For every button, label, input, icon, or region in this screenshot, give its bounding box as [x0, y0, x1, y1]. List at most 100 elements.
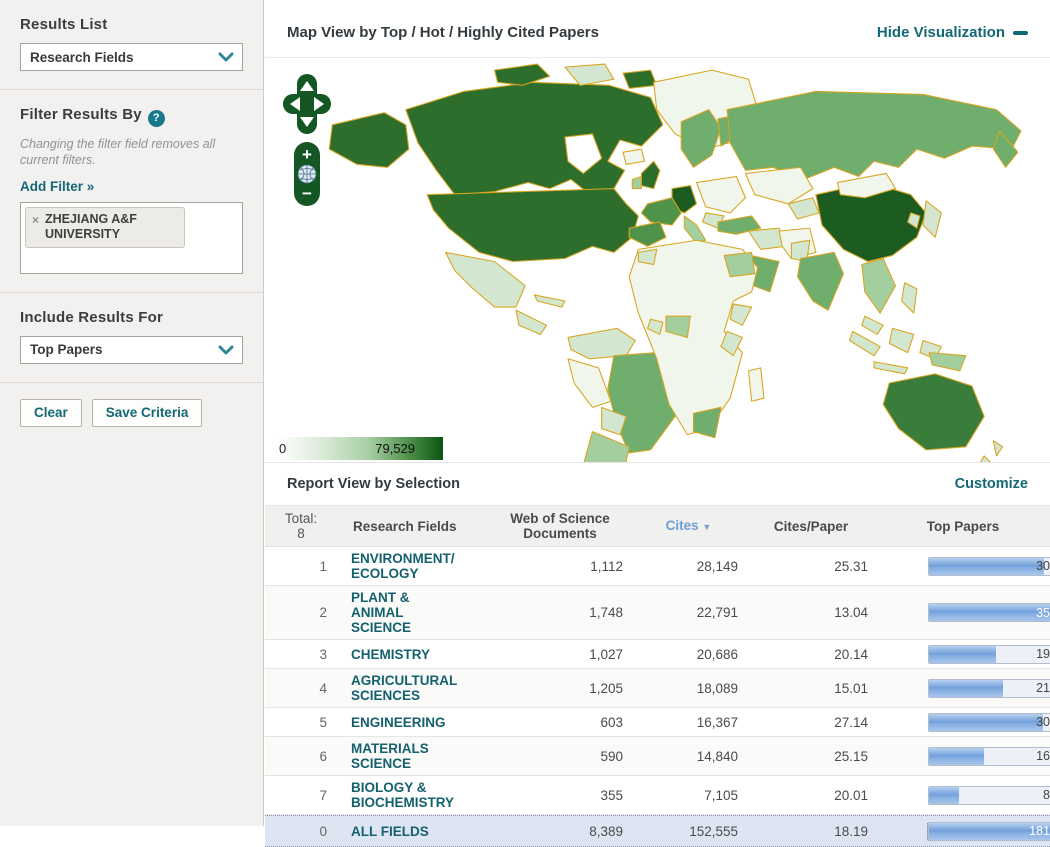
eastern-europe[interactable] [695, 175, 747, 214]
country-indochina[interactable] [861, 257, 896, 314]
include-results-heading: Include Results For [20, 308, 163, 326]
map-view-header: Map View by Top / Hot / Highly Cited Pap… [265, 0, 1050, 58]
central-america[interactable] [515, 309, 548, 335]
field-link[interactable]: MATERIALS SCIENCE [351, 741, 457, 771]
country-ethiopia[interactable] [729, 303, 753, 326]
field-link[interactable]: BIOLOGY & BIOCHEMISTRY [351, 780, 457, 810]
cites-per-paper-value: 20.01 [834, 787, 868, 803]
results-list-select[interactable]: Research Fields [20, 43, 243, 71]
active-filters-box: × ZHEJIANG A&F UNIVERSITY [20, 201, 243, 274]
table-row[interactable]: 2 PLANT & ANIMAL SCIENCE 1,748 22,791 13… [265, 586, 1050, 640]
world-map[interactable] [265, 58, 1050, 462]
choropleth-map-area[interactable]: + − 0 79,529 [265, 58, 1050, 462]
country-philippines[interactable] [901, 282, 918, 314]
esi-app: Results List Research Fields Filter Resu… [0, 0, 1050, 847]
cites-value: 16,367 [696, 714, 738, 730]
country-russia[interactable] [726, 90, 1022, 181]
table-row[interactable]: 7 BIOLOGY & BIOCHEMISTRY 355 7,105 20.01… [265, 776, 1050, 815]
table-row[interactable]: 4 AGRICULTURAL SCIENCES 1,205 18,089 15.… [265, 669, 1050, 708]
remove-filter-icon[interactable]: × [32, 213, 39, 227]
results-list-heading: Results List [20, 16, 108, 33]
field-link[interactable]: AGRICULTURAL SCIENCES [351, 673, 457, 703]
table-row[interactable]: 1 ENVIRONMENT/ECOLOGY 1,112 28,149 25.31… [265, 547, 1050, 586]
island-borneo[interactable] [888, 327, 915, 354]
column-header-wos-documents[interactable]: Web of Science Documents [489, 506, 631, 546]
filter-tag-label: ZHEJIANG A&F UNIVERSITY [45, 211, 137, 241]
top-papers-bar: 30 [928, 556, 1050, 576]
help-icon[interactable]: ? [147, 109, 165, 127]
top-papers-bar: 181 [927, 821, 1050, 841]
country-egypt[interactable] [723, 251, 756, 278]
wos-documents-value: 590 [600, 748, 623, 764]
arctic-island[interactable] [622, 69, 658, 89]
top-papers-value: 181 [1029, 824, 1050, 838]
map-color-legend: 0 79,529 [277, 437, 443, 460]
cites-value: 20,686 [696, 646, 738, 662]
country-cuba[interactable] [533, 294, 566, 308]
country-india[interactable] [796, 251, 844, 311]
country-australia[interactable] [882, 373, 985, 451]
results-list-section: Results List Research Fields [0, 0, 263, 89]
country-malaysia[interactable] [861, 315, 884, 335]
map-pan-control[interactable] [283, 74, 331, 134]
chevron-down-icon [218, 345, 234, 354]
customize-link[interactable]: Customize [955, 476, 1028, 492]
country-ireland[interactable] [631, 175, 642, 190]
filter-tag-university[interactable]: × ZHEJIANG A&F UNIVERSITY [25, 206, 185, 248]
wos-documents-value: 1,112 [590, 558, 623, 574]
table-row[interactable]: 3 CHEMISTRY 1,027 20,686 20.14 19 [265, 640, 1050, 669]
column-header-top-papers[interactable]: Top Papers [876, 514, 1050, 539]
add-filter-link[interactable]: Add Filter » [20, 179, 94, 194]
column-header-research-fields[interactable]: Research Fields [337, 514, 489, 539]
cites-value: 18,089 [696, 680, 738, 696]
country-kazakhstan[interactable] [744, 166, 814, 205]
arctic-island[interactable] [564, 63, 615, 86]
map-zoom-control[interactable]: + − [294, 142, 320, 206]
country-morocco[interactable] [637, 248, 658, 266]
row-rank: 4 [319, 680, 327, 696]
island-java[interactable] [873, 361, 909, 375]
country-italy[interactable] [683, 215, 707, 244]
field-link[interactable]: CHEMISTRY [351, 647, 430, 662]
include-results-selected-value: Top Papers [30, 342, 103, 357]
zoom-in-icon[interactable]: + [302, 145, 312, 164]
column-header-cites-per-paper[interactable]: Cites/Paper [746, 514, 876, 539]
country-iceland[interactable] [622, 148, 646, 165]
country-japan[interactable] [922, 200, 942, 238]
hide-visualization-link[interactable]: Hide Visualization [877, 24, 1028, 41]
field-link[interactable]: ENVIRONMENT/ECOLOGY [351, 551, 457, 581]
country-peru[interactable] [567, 358, 612, 408]
table-row[interactable]: 5 ENGINEERING 603 16,367 27.14 30 [265, 708, 1050, 737]
results-list-selected-value: Research Fields [30, 49, 134, 65]
include-results-select[interactable]: Top Papers [20, 335, 243, 364]
country-new-guinea[interactable] [928, 352, 967, 372]
clear-button[interactable]: Clear [20, 398, 82, 427]
cites-value: 7,105 [704, 787, 738, 803]
save-criteria-button[interactable]: Save Criteria [91, 398, 203, 427]
country-usa[interactable] [426, 188, 639, 263]
country-new-zealand-north[interactable] [992, 440, 1004, 457]
cites-value: 28,149 [696, 558, 738, 574]
country-colombia-venezuela[interactable] [567, 327, 636, 360]
top-papers-value: 30 [1036, 715, 1050, 729]
sidebar-actions-section: Clear Save Criteria [0, 381, 263, 445]
cites-per-paper-value: 27.14 [834, 714, 868, 730]
wos-documents-value: 1,748 [589, 605, 623, 620]
cites-value: 14,840 [696, 748, 738, 764]
country-alaska[interactable] [328, 112, 410, 168]
row-rank: 2 [319, 605, 327, 620]
country-uk[interactable] [640, 160, 661, 190]
zoom-out-icon[interactable]: − [302, 184, 312, 203]
table-row[interactable]: 6 MATERIALS SCIENCE 590 14,840 25.15 16 [265, 737, 1050, 776]
wos-documents-value: 1,205 [589, 680, 623, 696]
table-row-all-fields-selected[interactable]: 0 ALL FIELDS 8,389 152,555 18.19 181 [265, 815, 1050, 847]
country-madagascar[interactable] [748, 367, 765, 402]
column-header-cites[interactable]: Cites ▼ [631, 513, 746, 540]
field-link[interactable]: PLANT & ANIMAL SCIENCE [351, 590, 457, 635]
top-papers-bar: 21 [928, 678, 1050, 698]
country-canada[interactable] [405, 81, 664, 196]
filters-sidebar: Results List Research Fields Filter Resu… [0, 0, 264, 826]
island-sumatra[interactable] [849, 330, 881, 357]
country-new-zealand[interactable] [975, 455, 993, 462]
field-link[interactable]: ENGINEERING [351, 715, 446, 730]
